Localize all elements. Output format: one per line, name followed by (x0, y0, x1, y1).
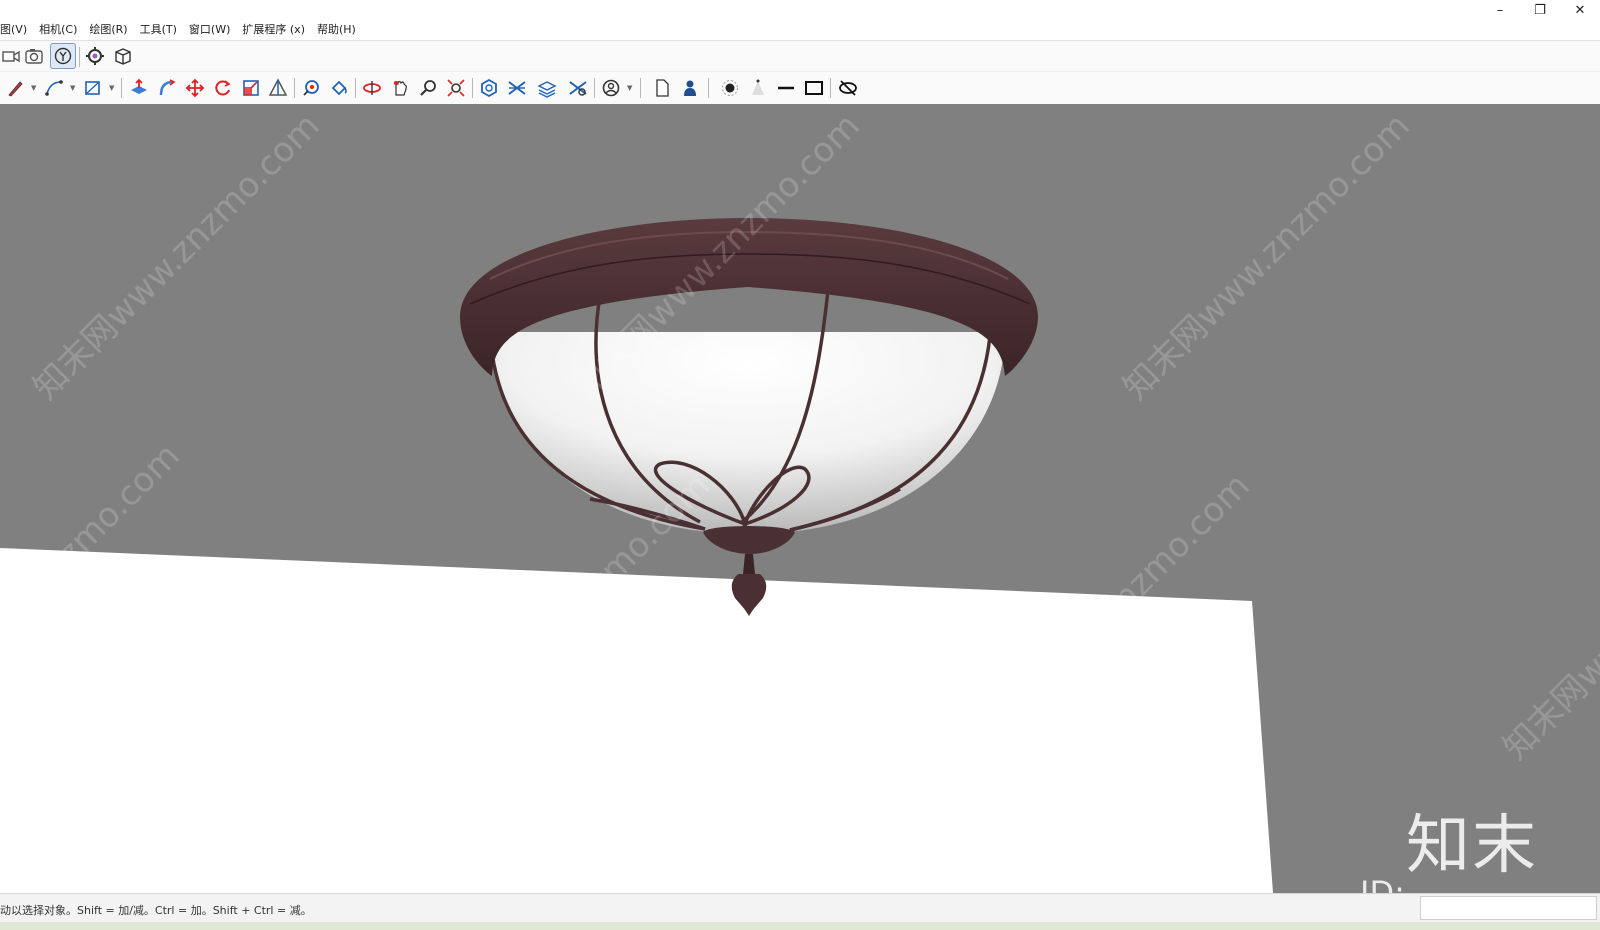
camera-photo-icon[interactable] (22, 44, 46, 68)
line-segment-icon[interactable] (774, 76, 798, 100)
menu-view[interactable]: 图(V) (0, 22, 33, 38)
toolbar-separator (294, 78, 295, 98)
window-controls: – ❐ ✕ (1480, 0, 1600, 20)
minimize-button[interactable]: – (1480, 0, 1520, 20)
camera-toolbar (0, 41, 1600, 71)
toolbar-separator (355, 78, 356, 98)
scale-icon[interactable] (239, 76, 263, 100)
follow-me-icon[interactable] (155, 76, 179, 100)
line-icon[interactable] (42, 76, 66, 100)
person-icon[interactable] (678, 76, 702, 100)
toolbar-separator (708, 78, 709, 98)
paint-bucket-icon[interactable] (327, 76, 351, 100)
chevron-down-icon[interactable]: ▼ (31, 84, 39, 92)
lamp-glass-bowl (492, 332, 1005, 534)
rectangle-icon[interactable] (81, 76, 105, 100)
cone-icon[interactable] (746, 76, 770, 100)
toolbar-separator (121, 78, 122, 98)
measurements-field[interactable] (1420, 896, 1597, 920)
toolbar-separator (594, 78, 595, 98)
style-icon[interactable] (566, 76, 590, 100)
menu-extensions[interactable]: 扩展程序 (x) (242, 22, 311, 38)
toolbar-separator (830, 78, 831, 98)
orbit-icon[interactable] (360, 76, 384, 100)
menu-help[interactable]: 帮助(H) (317, 22, 362, 38)
menu-camera[interactable]: 相机(C) (39, 22, 83, 38)
rotate-icon[interactable] (211, 76, 235, 100)
section-plane-icon[interactable] (477, 76, 501, 100)
brand-id: ID: 1183847582 (1360, 874, 1405, 893)
main-toolbar: ▼ ▼ ▼ ▼ (0, 72, 1600, 105)
chevron-down-icon[interactable]: ▼ (109, 84, 117, 92)
toolbar-separator (640, 78, 641, 98)
zoom-icon[interactable] (416, 76, 440, 100)
brand-logo: 知末 (1406, 809, 1538, 883)
model-viewport[interactable]: 知末网www.znzmo.com 知末网www.znzmo.com 知末网www… (0, 104, 1600, 893)
gear-icon[interactable] (83, 44, 107, 68)
menu-bar: 图(V) 相机(C) 绘图(R) 工具(T) 窗口(W) 扩展程序 (x) 帮助… (0, 0, 1600, 41)
square-icon[interactable] (802, 76, 826, 100)
move-icon[interactable] (183, 76, 207, 100)
new-file-icon[interactable] (650, 76, 674, 100)
close-button[interactable]: ✕ (1560, 0, 1600, 20)
chevron-down-icon[interactable]: ▼ (70, 84, 78, 92)
pencil-icon[interactable] (4, 76, 28, 100)
user-icon[interactable] (599, 76, 623, 100)
pan-icon[interactable] (388, 76, 412, 100)
restore-button[interactable]: ❐ (1520, 0, 1560, 20)
status-hint: 动以选择对象。Shift = 加/减。Ctrl = 加。Shift + Ctrl… (0, 904, 312, 917)
tape-measure-icon[interactable] (299, 76, 323, 100)
menu-tools[interactable]: 工具(T) (140, 22, 183, 38)
taskbar-strip (0, 922, 1600, 930)
chevron-down-icon[interactable]: ▼ (627, 84, 635, 92)
menu-window[interactable]: 窗口(W) (189, 22, 236, 38)
toolbar-separator (79, 47, 80, 67)
floor-plane (0, 548, 1273, 893)
hide-icon[interactable] (836, 76, 860, 100)
lamp-finial-cap (703, 526, 795, 554)
layers-icon[interactable] (505, 76, 529, 100)
toolbar-separator (472, 78, 473, 98)
outliner-icon[interactable] (535, 76, 559, 100)
point-icon[interactable] (718, 76, 742, 100)
camera-video-icon[interactable] (0, 44, 24, 68)
menu-draw[interactable]: 绘图(R) (89, 22, 133, 38)
status-bar: 动以选择对象。Shift = 加/减。Ctrl = 加。Shift + Ctrl… (0, 893, 1600, 923)
menu-list: 图(V) 相机(C) 绘图(R) 工具(T) 窗口(W) 扩展程序 (x) 帮助… (0, 22, 368, 38)
push-pull-icon[interactable] (127, 76, 151, 100)
look-around-icon[interactable] (50, 43, 76, 69)
zoom-extents-icon[interactable] (444, 76, 468, 100)
component-export-icon[interactable] (111, 44, 135, 68)
intersect-icon[interactable] (266, 76, 290, 100)
lamp-finial-stem (743, 554, 755, 574)
